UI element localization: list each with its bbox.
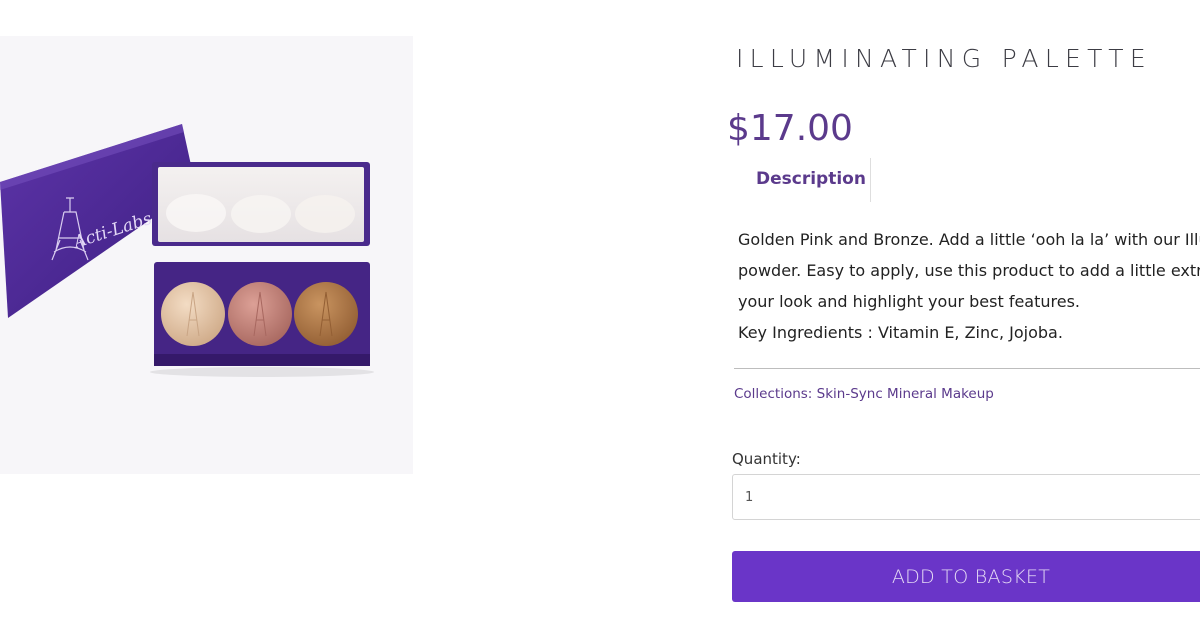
product-title: ILLUMINATING PALETTE — [736, 44, 1152, 73]
palette-mirror — [152, 162, 370, 246]
description-line: Golden Pink and Bronze. Add a little ‘oo… — [738, 230, 1200, 249]
quantity-label: Quantity: — [732, 450, 801, 468]
palette-illustration: Acti-Labs — [0, 124, 374, 377]
collections-label: Collections: — [734, 386, 813, 402]
description-line: Key Ingredients : Vitamin E, Zinc, Jojob… — [738, 323, 1063, 342]
add-to-basket-button[interactable]: ADD TO BASKET — [732, 551, 1200, 602]
product-info: ILLUMINATING PALETTE $17.00 Description … — [727, 0, 1200, 628]
tab-description[interactable]: Description — [756, 169, 866, 189]
product-price: $17.00 — [727, 108, 853, 149]
tab-divider — [870, 158, 871, 202]
description-line: your look and highlight your best featur… — [738, 292, 1080, 311]
product-description: Golden Pink and Bronze. Add a little ‘oo… — [738, 224, 1200, 348]
product-image: Acti-Labs — [0, 36, 413, 474]
shade-bronze — [294, 282, 358, 346]
collection-link[interactable]: Skin-Sync Mineral Makeup — [817, 386, 994, 402]
collections: Collections: Skin-Sync Mineral Makeup — [734, 386, 994, 402]
palette-base — [150, 262, 374, 377]
shade-golden — [161, 282, 225, 346]
description-line: powder. Easy to apply, use this product … — [738, 261, 1200, 280]
shade-pink — [228, 282, 292, 346]
divider — [734, 368, 1200, 369]
quantity-input[interactable] — [732, 474, 1200, 520]
